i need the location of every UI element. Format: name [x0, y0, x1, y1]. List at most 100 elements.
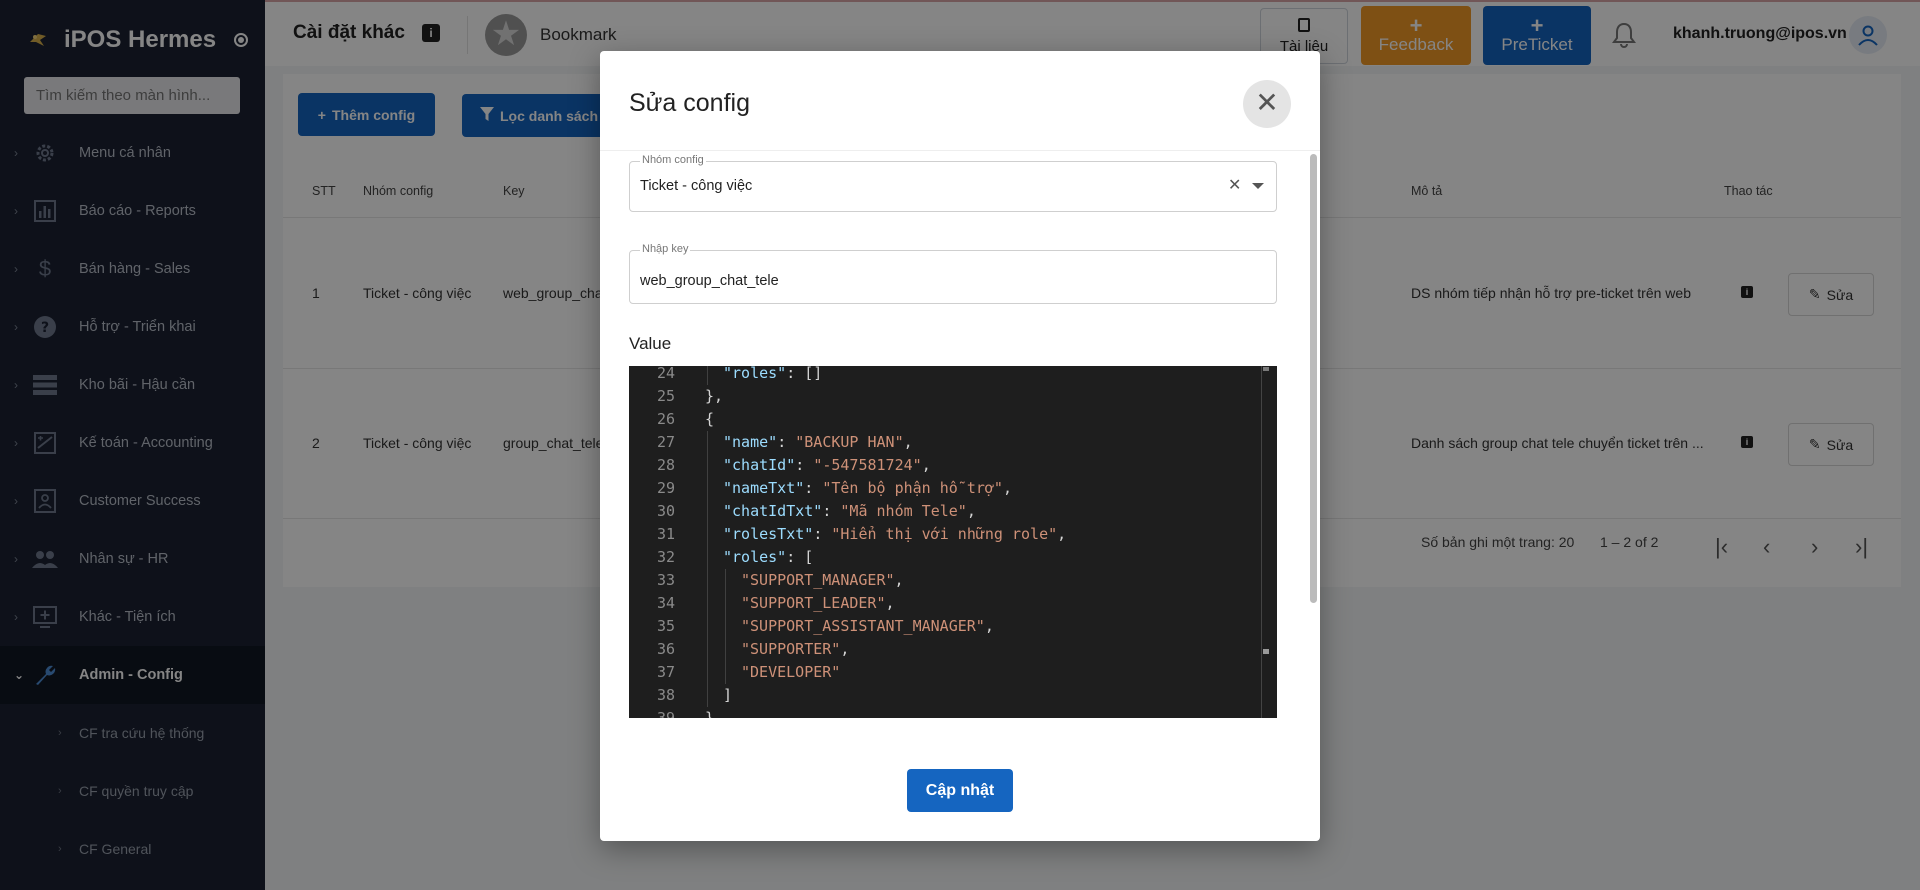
line-number: 37	[656, 663, 675, 681]
code-text: "chatId": "-547581724",	[723, 454, 931, 477]
code-text: ]	[723, 684, 732, 707]
code-text: "SUPPORT_LEADER",	[741, 592, 895, 615]
json-string: "SUPPORT_LEADER"	[741, 594, 886, 612]
code-text: "SUPPORT_MANAGER",	[741, 569, 904, 592]
json-string: "Mã nhóm Tele"	[840, 502, 967, 520]
indent-guide	[725, 661, 726, 684]
json-punct: ,	[840, 640, 850, 658]
indent-guide	[707, 477, 708, 500]
config-group-select[interactable]: Nhóm config Ticket - công việc ✕	[629, 154, 1277, 212]
indent-guide	[707, 638, 708, 661]
code-line: 35 "SUPPORT_ASSISTANT_MANAGER",	[629, 615, 1269, 638]
json-string: "SUPPORT_MANAGER"	[741, 571, 895, 589]
json-string: "BACKUP HAN"	[795, 433, 904, 451]
json-string: "SUPPORT_ASSISTANT_MANAGER"	[741, 617, 985, 635]
indent-guide	[725, 638, 726, 661]
code-line: 28 "chatId": "-547581724",	[629, 454, 1269, 477]
indent-guide	[725, 569, 726, 592]
field-legend: Nhóm config	[640, 154, 706, 166]
indent-guide	[707, 366, 708, 385]
line-number: 39	[656, 709, 675, 718]
code-line: 38]	[629, 684, 1269, 707]
update-button[interactable]: Cập nhật	[907, 769, 1013, 812]
code-text: "roles": []	[723, 366, 822, 385]
code-line: 27 "name": "BACKUP HAN",	[629, 431, 1269, 454]
code-text: "SUPPORT_ASSISTANT_MANAGER",	[741, 615, 994, 638]
code-text: {	[705, 408, 714, 431]
code-text: "name": "BACKUP HAN",	[723, 431, 913, 454]
json-punct: {	[705, 410, 715, 428]
line-number: 33	[656, 571, 675, 589]
json-punct: ,	[1002, 479, 1012, 497]
line-number: 30	[656, 502, 675, 520]
line-number: 29	[656, 479, 675, 497]
key-input[interactable]: Nhập key web_group_chat_tele	[629, 243, 1277, 304]
json-punct: ,	[984, 617, 994, 635]
code-line: 34 "SUPPORT_LEADER",	[629, 592, 1269, 615]
line-number: 25	[656, 387, 675, 405]
json-punct: :	[813, 525, 832, 543]
code-text: "DEVELOPER"	[741, 661, 840, 684]
line-number: 24	[656, 366, 675, 382]
indent-guide	[707, 523, 708, 546]
caret-down-icon[interactable]	[1252, 183, 1264, 189]
clear-icon[interactable]: ✕	[1228, 175, 1241, 195]
line-number: 31	[656, 525, 675, 543]
indent-guide	[707, 500, 708, 523]
json-punct: :	[795, 456, 814, 474]
json-punct: ,	[885, 594, 895, 612]
code-line: 33 "SUPPORT_MANAGER",	[629, 569, 1269, 592]
json-key: "nameTxt"	[723, 479, 805, 497]
code-line: 26 {	[629, 408, 1269, 431]
code-text: "chatIdTxt": "Mã nhóm Tele",	[723, 500, 976, 523]
json-code-editor[interactable]: 24 "roles": [] 25}, 26{27 "name": "BACKUP HA…	[629, 366, 1277, 718]
code-line: 25},	[629, 385, 1269, 408]
line-number: 36	[656, 640, 675, 658]
indent-guide	[707, 661, 708, 684]
code-text: "roles": [	[723, 546, 813, 569]
json-punct: :	[822, 502, 841, 520]
indent-guide	[707, 615, 708, 638]
json-punct: },	[705, 709, 724, 718]
indent-guide	[707, 592, 708, 615]
json-punct: ,	[894, 571, 904, 589]
json-punct: : []	[786, 366, 823, 382]
line-number: 38	[656, 686, 675, 704]
line-number: 32	[656, 548, 675, 566]
indent-guide	[707, 569, 708, 592]
indent-guide	[707, 454, 708, 477]
code-line: 29 "nameTxt": "Tên bộ phận hỗ trợ",	[629, 477, 1269, 500]
value-label: Value	[629, 334, 672, 353]
line-number: 28	[656, 456, 675, 474]
modal-title: Sửa config	[629, 89, 750, 117]
json-key: "name"	[723, 433, 778, 451]
modal-scrollbar[interactable]	[1310, 154, 1317, 603]
code-line: 36 "SUPPORTER",	[629, 638, 1269, 661]
field-legend: Nhập key	[640, 243, 691, 255]
code-line: 31 "rolesTxt": "Hiển thị với những role",	[629, 523, 1269, 546]
json-punct: : [	[786, 548, 814, 566]
code-text: "nameTxt": "Tên bộ phận hỗ trợ",	[723, 477, 1012, 500]
json-string: "SUPPORTER"	[741, 640, 841, 658]
json-string: "Tên bộ phận hỗ trợ"	[822, 479, 1003, 497]
json-string: "DEVELOPER"	[741, 663, 841, 681]
code-line: 39},	[629, 707, 1269, 718]
indent-guide	[707, 684, 708, 707]
json-key: "rolesTxt"	[723, 525, 814, 543]
json-punct: :	[777, 433, 796, 451]
field-value: Ticket - công việc	[640, 178, 753, 194]
line-number: 34	[656, 594, 675, 612]
json-key: "roles"	[723, 548, 787, 566]
code-text: "rolesTxt": "Hiển thị với những role",	[723, 523, 1066, 546]
line-number: 26	[656, 410, 675, 428]
code-text: "SUPPORTER",	[741, 638, 849, 661]
code-line: 24 "roles": []	[629, 366, 1269, 385]
field-value: web_group_chat_tele	[640, 273, 779, 289]
indent-guide	[707, 546, 708, 569]
json-punct: ,	[966, 502, 976, 520]
indent-guide	[707, 431, 708, 454]
close-icon[interactable]: ✕	[1243, 80, 1291, 128]
modal-header: Sửa config ✕	[600, 51, 1320, 151]
line-number: 35	[656, 617, 675, 635]
json-punct: ]	[723, 686, 733, 704]
